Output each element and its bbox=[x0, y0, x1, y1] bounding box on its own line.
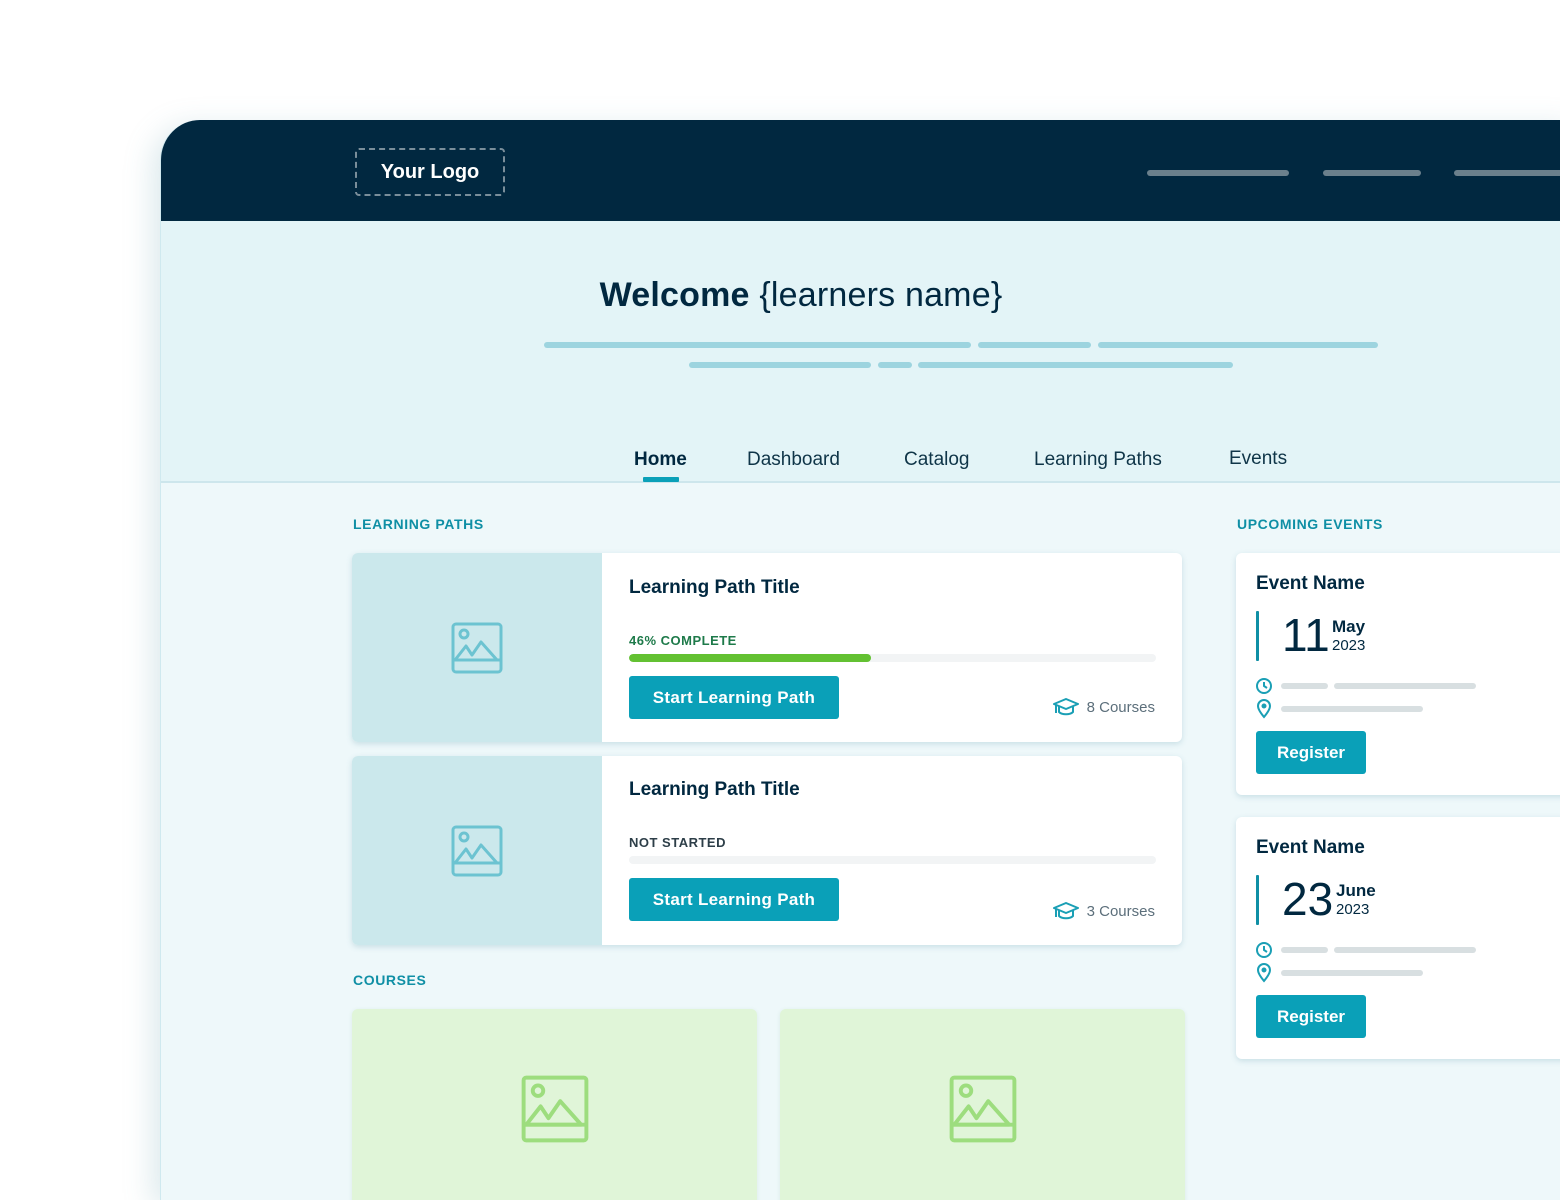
event-card[interactable]: Event Name 23 June 2023 Register bbox=[1236, 817, 1560, 1059]
progress-bar bbox=[629, 654, 1156, 662]
course-card[interactable] bbox=[352, 1009, 757, 1200]
progress-status: 46% COMPLETE bbox=[629, 633, 737, 648]
graduation-cap-icon bbox=[1052, 902, 1079, 920]
course-count: 3 Courses bbox=[1052, 902, 1155, 920]
tab-home[interactable]: Home bbox=[634, 449, 687, 471]
welcome-hero: Welcome {learners name} Home Dashboard C… bbox=[161, 221, 1560, 483]
event-year: 2023 bbox=[1332, 637, 1366, 654]
location-pin-icon bbox=[1256, 963, 1272, 983]
active-tab-indicator bbox=[643, 477, 679, 482]
time-placeholder bbox=[1334, 683, 1476, 689]
course-count-label: 8 Courses bbox=[1086, 698, 1155, 716]
event-year: 2023 bbox=[1336, 901, 1370, 918]
learning-path-card[interactable]: Learning Path Title 46% COMPLETE Start L… bbox=[352, 553, 1182, 742]
graduation-cap-icon bbox=[1052, 698, 1079, 716]
event-day: 23 bbox=[1282, 873, 1334, 925]
welcome-word: Welcome bbox=[599, 276, 750, 314]
clock-icon bbox=[1256, 942, 1272, 958]
date-accent-bar bbox=[1256, 875, 1259, 925]
learning-path-card[interactable]: Learning Path Title NOT STARTED Start Le… bbox=[352, 756, 1182, 945]
main-tabs: Home Dashboard Catalog Learning Paths Ev… bbox=[161, 446, 1560, 483]
text-placeholder-line bbox=[918, 362, 1233, 368]
location-placeholder bbox=[1281, 970, 1423, 976]
tab-learning-paths[interactable]: Learning Paths bbox=[1034, 449, 1162, 471]
start-learning-path-button[interactable]: Start Learning Path bbox=[629, 676, 839, 719]
learning-path-thumbnail bbox=[352, 756, 602, 945]
image-placeholder-icon bbox=[451, 622, 503, 673]
learner-name: {learners name} bbox=[759, 276, 1003, 314]
progress-bar bbox=[629, 856, 1156, 864]
courses-heading: COURSES bbox=[353, 972, 427, 988]
nav-link-placeholder[interactable] bbox=[1147, 170, 1289, 176]
top-navbar: Your Logo bbox=[161, 120, 1560, 221]
location-placeholder bbox=[1281, 706, 1423, 712]
event-month: May bbox=[1332, 617, 1366, 636]
tab-events[interactable]: Events bbox=[1229, 448, 1287, 470]
event-name: Event Name bbox=[1256, 837, 1365, 858]
nav-link-placeholder[interactable] bbox=[1454, 170, 1560, 176]
time-placeholder bbox=[1281, 683, 1328, 689]
course-count: 8 Courses bbox=[1052, 698, 1155, 716]
location-pin-icon bbox=[1256, 699, 1272, 719]
learning-paths-heading: LEARNING PATHS bbox=[353, 516, 484, 532]
upcoming-events-heading: UPCOMING EVENTS bbox=[1237, 516, 1383, 532]
course-card[interactable] bbox=[780, 1009, 1185, 1200]
text-placeholder-line bbox=[689, 362, 871, 368]
register-button[interactable]: Register bbox=[1256, 995, 1366, 1038]
app-window: Your Logo Welcome {learners name} Home D… bbox=[160, 120, 1560, 1200]
event-card[interactable]: Event Name 11 May 2023 Register bbox=[1236, 553, 1560, 795]
learning-path-title: Learning Path Title bbox=[629, 779, 800, 800]
course-count-label: 3 Courses bbox=[1086, 902, 1155, 920]
time-placeholder bbox=[1334, 947, 1476, 953]
text-placeholder-line bbox=[1098, 342, 1378, 348]
event-day: 11 bbox=[1282, 609, 1330, 661]
learning-path-title: Learning Path Title bbox=[629, 577, 800, 598]
time-placeholder bbox=[1281, 947, 1328, 953]
progress-status: NOT STARTED bbox=[629, 835, 726, 850]
image-placeholder-icon bbox=[521, 1075, 588, 1143]
text-placeholder-line bbox=[544, 342, 971, 348]
learning-path-thumbnail bbox=[352, 553, 602, 742]
nav-link-placeholder[interactable] bbox=[1323, 170, 1421, 176]
register-button[interactable]: Register bbox=[1256, 731, 1366, 774]
text-placeholder-line bbox=[878, 362, 912, 368]
image-placeholder-icon bbox=[451, 825, 503, 876]
event-name: Event Name bbox=[1256, 573, 1365, 594]
text-placeholder-line bbox=[978, 342, 1091, 348]
logo-placeholder[interactable]: Your Logo bbox=[355, 148, 505, 196]
clock-icon bbox=[1256, 678, 1272, 694]
tab-catalog[interactable]: Catalog bbox=[904, 449, 970, 471]
event-month: June bbox=[1336, 881, 1376, 900]
image-placeholder-icon bbox=[949, 1075, 1016, 1143]
date-accent-bar bbox=[1256, 611, 1259, 661]
tab-dashboard[interactable]: Dashboard bbox=[747, 449, 840, 471]
welcome-heading: Welcome {learners name} bbox=[161, 276, 1560, 315]
start-learning-path-button[interactable]: Start Learning Path bbox=[629, 878, 839, 921]
progress-bar-fill bbox=[629, 654, 872, 662]
